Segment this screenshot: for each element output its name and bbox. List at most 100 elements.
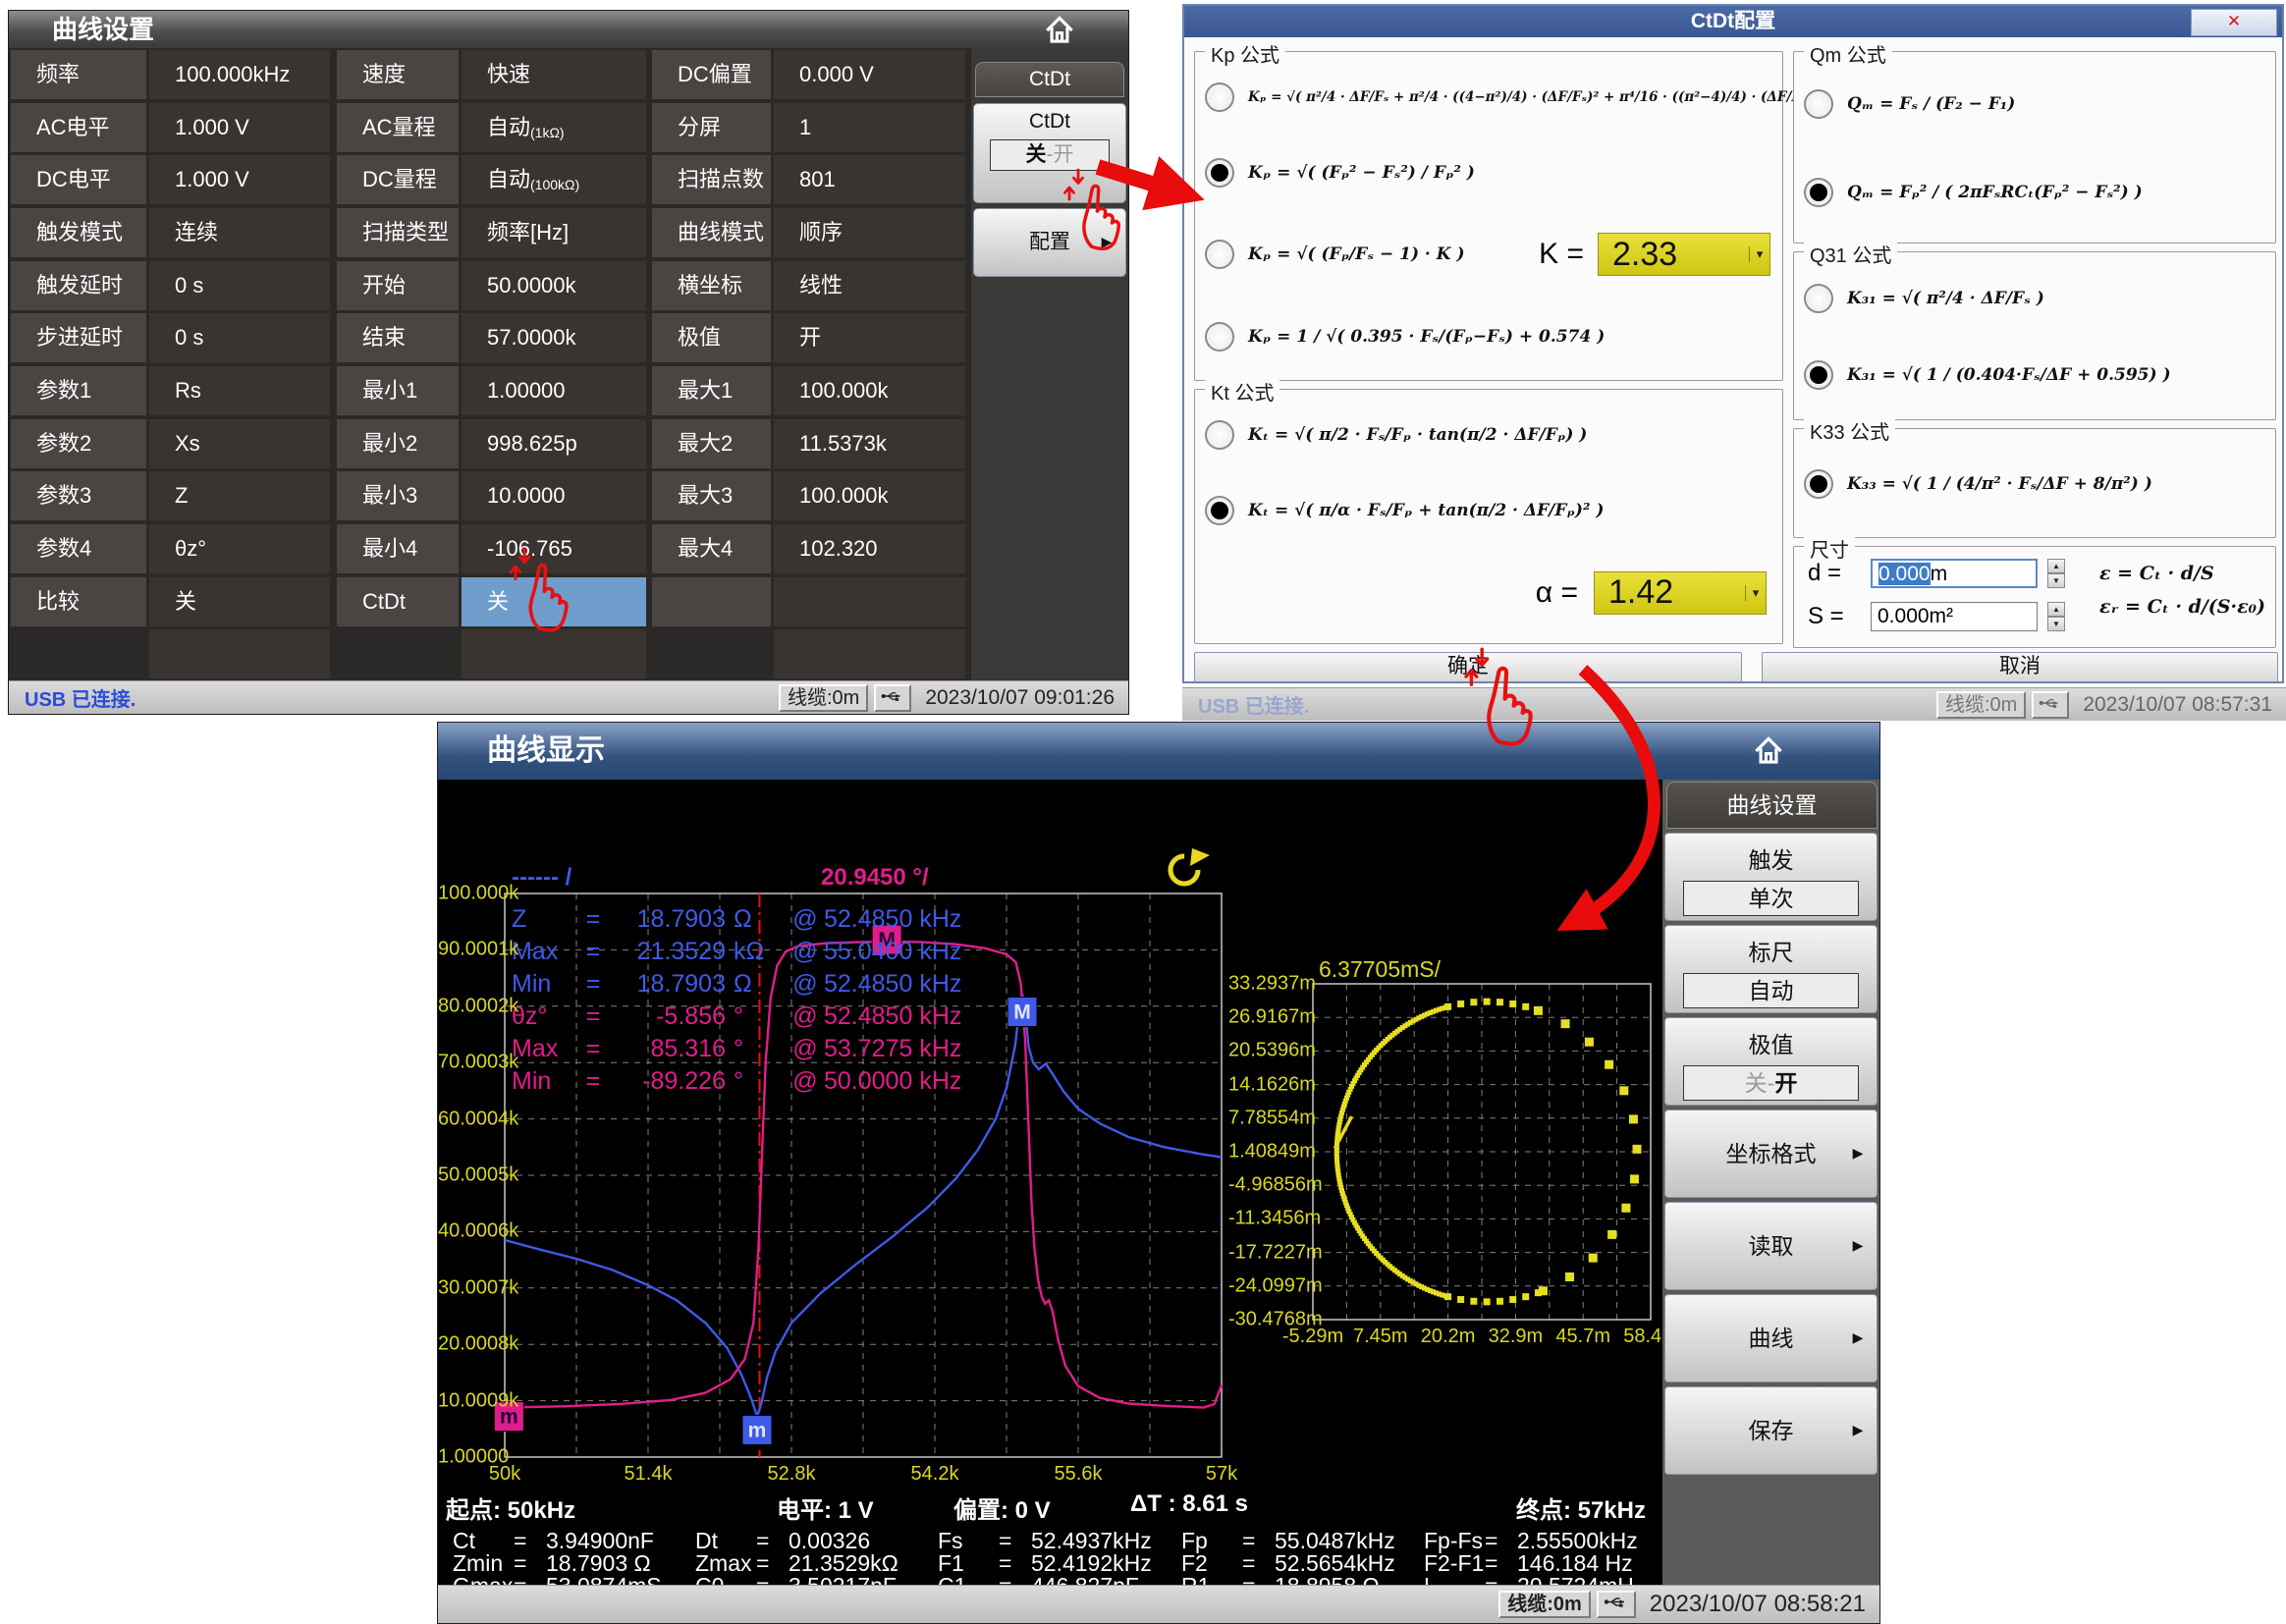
settings-cell-r4-c4[interactable]: 频率[Hz] <box>462 208 646 257</box>
settings-cell-r7-c3: 最小1 <box>337 366 459 415</box>
settings-cell-r10-c4[interactable]: -106.765 <box>462 524 646 573</box>
settings-cell-r1-c6[interactable]: 0.000 V <box>774 50 965 99</box>
screen: { "icons": {"arrow_right":"►","spinner_u… <box>0 0 2286 1622</box>
settings-cell-r5-c2[interactable]: 0 s <box>149 261 330 310</box>
sidebar-button-标尺[interactable]: 标尺自动 <box>1664 925 1878 1013</box>
k-value-field[interactable]: 2.33▾ <box>1598 233 1770 276</box>
circle-y-tick: -11.3456m <box>1228 1208 1307 1230</box>
settings-cell-r9-c2[interactable]: Z <box>149 471 330 520</box>
qm-group-label: Qm 公式 <box>1804 39 1892 68</box>
settings-cell-r8-c4[interactable]: 998.625p <box>462 419 646 468</box>
button-state-box[interactable]: 单次 <box>1683 881 1858 916</box>
k33-radio-1-selected[interactable] <box>1804 469 1833 499</box>
settings-cell-r9-c4[interactable]: 10.0000 <box>462 471 646 520</box>
settings-cell-r10-c6[interactable]: 102.320 <box>774 524 965 573</box>
button-state-box[interactable]: 关-开 <box>1683 1065 1858 1101</box>
settings-cell-r6-c6[interactable]: 开 <box>774 313 965 362</box>
settings-cell-r5-c6[interactable]: 线性 <box>774 261 965 310</box>
settings-cell-r8-c6[interactable]: 11.5373k <box>774 419 965 468</box>
cancel-button[interactable]: 取消 <box>1762 652 2278 683</box>
settings-cell-r1-c4[interactable]: 快速 <box>462 50 646 99</box>
sidebar-button-保存[interactable]: 保存► <box>1664 1386 1878 1475</box>
sidebar-button-触发[interactable]: 触发单次 <box>1664 833 1878 921</box>
q31-radio-2-selected[interactable] <box>1804 360 1833 390</box>
ctdt-toggle-button[interactable]: CtDt 关-开 <box>973 103 1126 203</box>
s-stepper[interactable]: ▲▼ <box>2047 602 2065 631</box>
curve-settings-titlebar: 曲线设置 <box>9 11 1128 48</box>
settings-cell-r12-c2[interactable] <box>149 629 330 678</box>
settings-cell-r12-c6[interactable] <box>774 629 965 678</box>
kt-radio-2-selected[interactable] <box>1205 496 1234 525</box>
kp-radio-3[interactable] <box>1205 240 1234 269</box>
settings-cell-r7-c2[interactable]: Rs <box>149 366 330 415</box>
svg-text:M: M <box>1013 1001 1031 1024</box>
settings-cell-r1-c2[interactable]: 100.000kHz <box>149 50 330 99</box>
button-state-box[interactable]: 自动 <box>1683 973 1858 1008</box>
settings-cell-r8-c2[interactable]: Xs <box>149 419 330 468</box>
sidebar-button-坐标格式[interactable]: 坐标格式► <box>1664 1110 1878 1198</box>
ok-button[interactable]: 确定 <box>1194 652 1742 683</box>
settings-cell-r9-c5: 最大3 <box>652 471 771 520</box>
settings-cell-r2-c4[interactable]: 自动(1kΩ) <box>462 103 646 152</box>
d-stepper[interactable]: ▲▼ <box>2047 559 2065 588</box>
ctdt-toggle-state[interactable]: 关-开 <box>990 139 1110 171</box>
spin-down-icon[interactable]: ▼ <box>2047 573 2065 588</box>
y-tick: 30.0007k <box>438 1276 499 1299</box>
settings-cell-r11-c6[interactable] <box>774 577 965 626</box>
spin-up-icon[interactable]: ▲ <box>2047 602 2065 617</box>
sidebar-header-button[interactable]: 曲线设置 <box>1666 782 1878 829</box>
q31-radio-1[interactable] <box>1804 284 1833 313</box>
kt-radio-1[interactable] <box>1205 420 1234 450</box>
settings-cell-r2-c2[interactable]: 1.000 V <box>149 103 330 152</box>
qm-formula-1: Qₘ = Fₛ / (F₂ − F₁) <box>1847 94 2015 114</box>
settings-cell-r5-c4[interactable]: 50.0000k <box>462 261 646 310</box>
close-icon[interactable]: ✕ <box>2191 9 2277 36</box>
x-tick: 54.2k <box>911 1463 959 1486</box>
settings-cell-r3-c4[interactable]: 自动(100kΩ) <box>462 155 646 204</box>
settings-cell-r3-c5: 扫描点数 <box>652 155 771 204</box>
settings-cell-r3-c1: DC电平 <box>11 155 146 204</box>
dropdown-icon[interactable]: ▾ <box>1745 585 1766 601</box>
qm-radio-1[interactable] <box>1804 89 1833 119</box>
readout-6: Min=-89.226°@50.0000 kHz <box>512 1065 961 1098</box>
home-icon[interactable] <box>1038 12 1081 49</box>
k-value: 2.33 <box>1599 236 1749 274</box>
usb-status: USB 已连接. <box>25 683 136 712</box>
settings-cell-r12-c4[interactable] <box>462 629 646 678</box>
submenu-arrow-icon: ► <box>1849 1421 1867 1441</box>
spin-down-icon[interactable]: ▼ <box>2047 617 2065 631</box>
kp-radio-4[interactable] <box>1205 322 1234 352</box>
sidebar-button-极值[interactable]: 极值关-开 <box>1664 1017 1878 1106</box>
dropdown-icon[interactable]: ▾ <box>1749 246 1769 262</box>
settings-cell-r4-c6[interactable]: 顺序 <box>774 208 965 257</box>
d-input[interactable]: 0.000m <box>1871 559 2038 588</box>
alpha-value-field[interactable]: 1.42▾ <box>1594 571 1767 615</box>
settings-cell-r4-c2[interactable]: 连续 <box>149 208 330 257</box>
settings-cell-r3-c2[interactable]: 1.000 V <box>149 155 330 204</box>
qm-radio-2-selected[interactable] <box>1804 178 1833 207</box>
s-input[interactable]: 0.000m² <box>1871 602 2038 631</box>
settings-cell-r10-c2[interactable]: θz° <box>149 524 330 573</box>
settings-cell-r6-c4[interactable]: 57.0000k <box>462 313 646 362</box>
y-tick: 70.0003k <box>438 1052 499 1074</box>
plot-area[interactable]: mMmM ------ / 20.9450 °/ Z=18.7903Ω@52.4… <box>438 780 1662 1585</box>
ctdt-config-button[interactable]: 配置 ► <box>973 208 1126 277</box>
settings-cell-r7-c4[interactable]: 1.00000 <box>462 366 646 415</box>
settings-cell-r10-c1: 参数4 <box>11 524 146 573</box>
home-icon[interactable] <box>1747 732 1790 770</box>
settings-cell-r2-c6[interactable]: 1 <box>774 103 965 152</box>
button-label: 坐标格式 <box>1665 1110 1877 1197</box>
spin-up-icon[interactable]: ▲ <box>2047 559 2065 573</box>
circle-x-tick: 20.2m <box>1421 1326 1476 1348</box>
kp-radio-2-selected[interactable] <box>1205 158 1234 188</box>
settings-cell-r11-c4[interactable]: 关 <box>462 577 646 626</box>
settings-cell-r1-c3: 速度 <box>337 50 459 99</box>
settings-cell-r7-c6[interactable]: 100.000k <box>774 366 965 415</box>
sidebar-button-曲线[interactable]: 曲线► <box>1664 1294 1878 1382</box>
kp-radio-1[interactable] <box>1205 82 1234 112</box>
settings-cell-r3-c6[interactable]: 801 <box>774 155 965 204</box>
settings-cell-r6-c2[interactable]: 0 s <box>149 313 330 362</box>
settings-cell-r11-c2[interactable]: 关 <box>149 577 330 626</box>
settings-cell-r9-c6[interactable]: 100.000k <box>774 471 965 520</box>
sidebar-button-读取[interactable]: 读取► <box>1664 1202 1878 1290</box>
